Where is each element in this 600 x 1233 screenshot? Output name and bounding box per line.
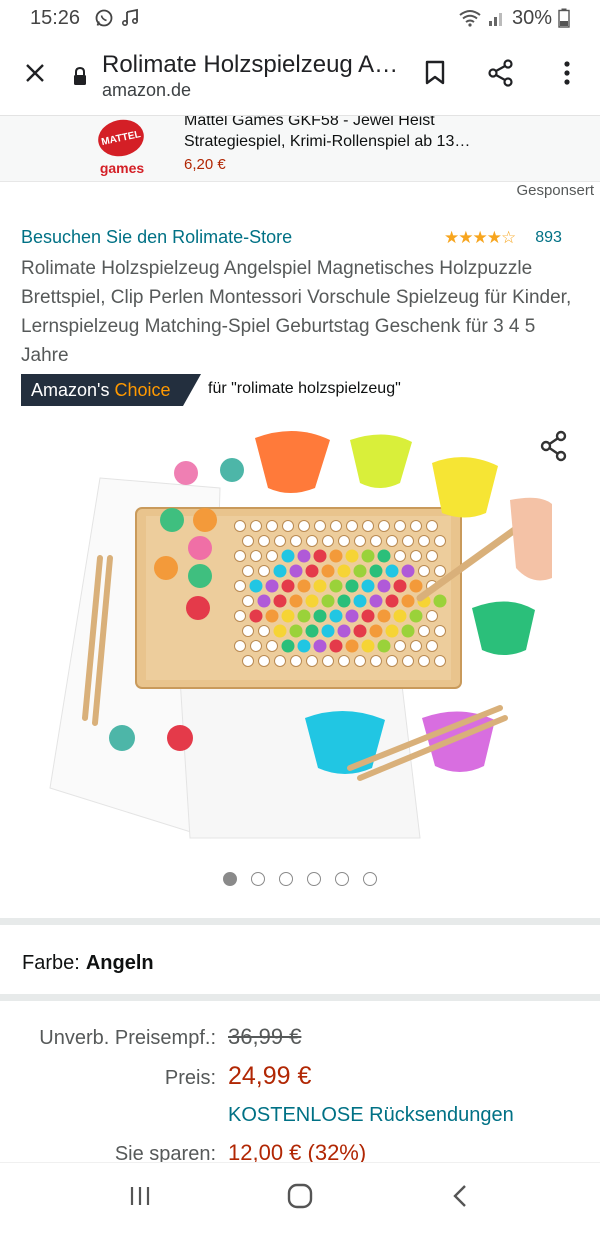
list-price-label: Unverb. Preisempf.: [39,1027,216,1049]
music-note-icon [120,8,140,28]
page-title: Rolimate Holzspielzeug Angelspiel Magnet… [102,50,402,78]
rating-count[interactable]: 893 [535,229,562,247]
bookmark-icon [424,60,446,91]
browser-toolbar: Rolimate Holzspielzeug Angelspiel Magnet… [0,36,600,116]
mattel-badge: MATTEL [94,116,148,161]
battery-percent: 30% [511,6,552,29]
choice-prefix: Amazon's [31,379,110,400]
ad-price: 6,20 € [184,156,226,173]
home-icon [287,1183,313,1214]
image-carousel-dots[interactable] [0,872,600,886]
sponsored-ad[interactable]: MATTEL games Mattel Games GKF58 - Jewel … [0,116,600,182]
page-url: amazon.de [102,79,192,100]
star-half-icon: ☆ [501,228,516,247]
ad-title-line1: Mattel Games GKF58 - Jewel Heist [184,116,435,129]
more-menu-button[interactable] [534,36,600,116]
system-nav-bar [0,1162,600,1233]
carousel-dot[interactable] [279,872,293,886]
carousel-dot[interactable] [335,872,349,886]
ad-title-line2: Strategiespiel, Krimi-Rollenspiel ab 13… [184,133,471,150]
mattel-games-text: games [99,160,145,176]
close-icon [24,62,46,89]
recent-apps-button[interactable] [110,1168,170,1228]
variation-selector[interactable]: Farbe: Angeln [22,952,154,975]
bookmark-button[interactable] [402,36,468,116]
share-button[interactable] [468,36,534,116]
sponsored-label[interactable]: Gesponsert [516,182,594,199]
star-full-icon: ★ [458,228,473,247]
carousel-dot[interactable] [251,872,265,886]
carousel-dot[interactable] [223,872,237,886]
product-title: Rolimate Holzspielzeug Angelspiel Magnet… [21,258,572,366]
carousel-dot[interactable] [363,872,377,886]
star-rating: ★ ★ ★ ★ ☆ [444,228,516,248]
close-tab-button[interactable] [0,36,70,116]
battery-icon [558,8,570,28]
list-price: 36,99 € [228,1024,302,1049]
choice-keyword: für "rolimate holzspielzeug" [208,380,401,397]
amazons-choice-badge: Amazon's Choice [21,374,201,406]
recent-apps-icon [128,1185,152,1212]
rating[interactable]: ★ ★ ★ ★ ☆ 893 [444,228,562,248]
whatsapp-icon [94,8,114,28]
divider [0,918,600,925]
price-row: Preis: 24,99 € [0,1062,600,1091]
share-icon [539,430,569,467]
deal-price: 24,99 € [228,1062,312,1090]
variation-value: Angeln [85,952,154,974]
image-share-button[interactable] [534,428,574,468]
star-full-icon: ★ [444,228,459,247]
star-full-icon: ★ [472,228,488,247]
star-full-icon: ★ [486,228,502,247]
more-vert-icon [563,60,571,91]
home-button[interactable] [270,1168,330,1228]
store-link[interactable]: Besuchen Sie den Rolimate-Store [21,227,292,248]
page-title-area[interactable]: Rolimate Holzspielzeug Angelspiel Magnet… [102,51,402,101]
status-time: 15:26 [30,6,81,29]
variation-label: Farbe: [22,952,80,974]
carousel-dot[interactable] [307,872,321,886]
mattel-logo: MATTEL games [94,116,148,178]
lock-icon[interactable] [70,64,90,88]
share-icon [487,59,515,92]
back-icon [452,1184,468,1213]
ad-title[interactable]: Mattel Games GKF58 - Jewel Heist Strateg… [184,116,584,152]
signal-icon [488,9,506,27]
back-button[interactable] [430,1168,490,1228]
price-label: Preis: [164,1067,216,1089]
free-returns-link[interactable]: KOSTENLOSE Rücksendungen [228,1104,514,1127]
wifi-icon [458,8,482,28]
product-image[interactable] [40,418,560,848]
choice-word: Choice [114,379,171,400]
status-bar: 15:26 30% [0,0,600,36]
divider [0,994,600,1001]
list-price-row: Unverb. Preisempf.: 36,99 € [0,1024,600,1050]
